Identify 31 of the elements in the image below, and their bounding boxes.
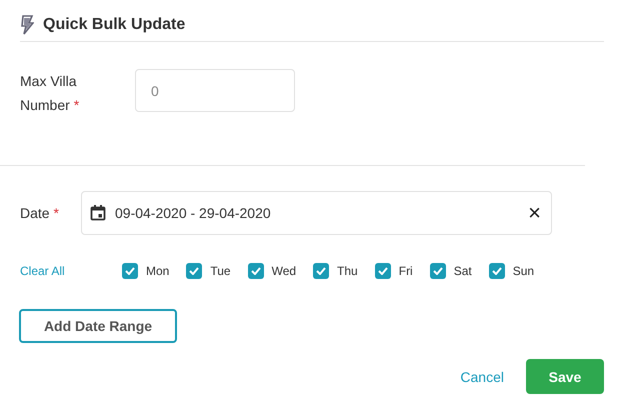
day-label: Thu [337,264,358,278]
field-label: Max Villa Number * [20,72,80,115]
close-button[interactable]: × [528,202,541,224]
checkbox[interactable] [488,263,505,279]
checkbox[interactable] [313,263,330,279]
date-range-value: 09-04-2020 - 29-04-2020 [115,205,272,221]
check-icon [189,267,200,275]
add-date-range-button[interactable]: Add Date Range [19,309,177,343]
check-icon [316,267,326,275]
calendar-icon [90,205,106,221]
day-label: Mon [146,264,170,278]
check-icon [125,267,135,275]
checkbox[interactable] [186,263,202,279]
day-label: Sun [512,264,534,278]
checkbox[interactable] [430,263,446,279]
checkbox[interactable] [122,263,138,279]
day-label: Fri [398,264,413,278]
check-icon [492,267,502,275]
check-icon [250,267,261,275]
checkbox[interactable] [248,263,264,279]
lightning-icon [20,14,34,34]
check-icon [432,267,443,275]
check-icon [378,267,388,275]
day-label: Tue [210,264,231,278]
dialog-title: Quick Bulk Update [43,16,186,34]
number-input[interactable]: 0 [135,69,295,112]
date-range-field[interactable]: 09-04-2020 - 29-04-2020 × [81,191,552,235]
day-label: Wed [272,264,296,278]
day-label: Sat [454,264,472,278]
checkbox[interactable] [374,263,391,279]
field-label: Date * [20,204,60,223]
